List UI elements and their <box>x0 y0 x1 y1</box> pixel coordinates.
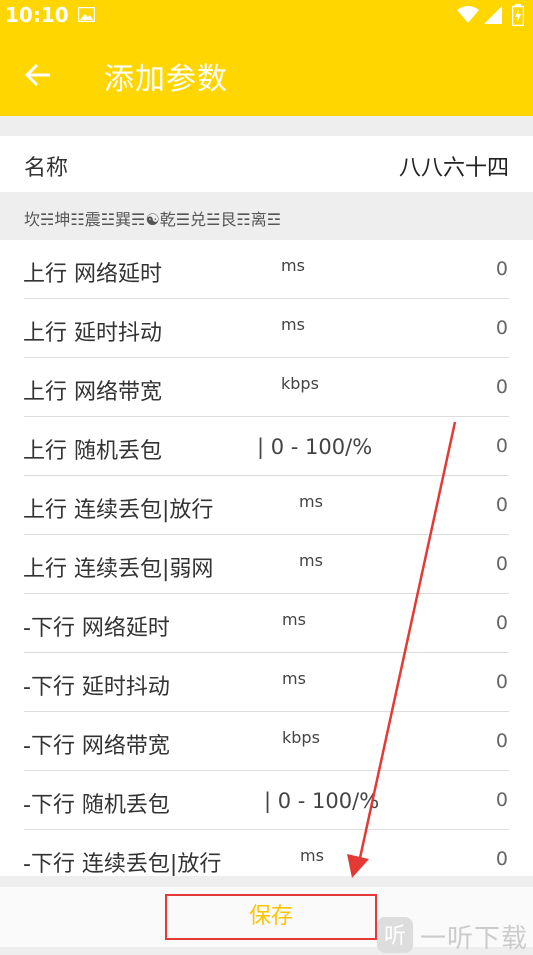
param-value[interactable]: 0 <box>496 494 508 516</box>
param-value[interactable]: 0 <box>496 376 508 398</box>
param-row-downlink-burst-loss-pass[interactable]: -下行 连续丢包|放行 ms 0 <box>0 830 533 876</box>
param-unit: | 0 - 100/% <box>257 435 373 459</box>
param-value[interactable]: 0 <box>496 671 508 693</box>
watermark-text: 一听下载 <box>420 924 529 954</box>
param-value[interactable]: 0 <box>496 730 508 752</box>
param-label: -下行 网络延时 <box>23 616 170 641</box>
param-label: 上行 延时抖动 <box>23 321 162 346</box>
param-unit: | 0 - 100/% <box>264 789 380 813</box>
param-row-downlink-jitter[interactable]: -下行 延时抖动 ms 0 <box>0 653 533 712</box>
gallery-icon <box>78 7 95 22</box>
status-time: 10:10 <box>5 3 69 27</box>
param-label: 上行 网络带宽 <box>23 380 162 405</box>
param-unit: ms <box>282 669 306 688</box>
param-label: 上行 连续丢包|放行 <box>23 498 214 523</box>
param-value[interactable]: 0 <box>496 612 508 634</box>
param-label: 上行 随机丢包 <box>23 439 162 464</box>
page-title: 添加参数 <box>104 62 228 97</box>
param-value[interactable]: 0 <box>496 789 508 811</box>
param-row-downlink-latency[interactable]: -下行 网络延时 ms 0 <box>0 594 533 653</box>
wifi-icon <box>457 6 479 23</box>
param-label: 上行 网络延时 <box>23 262 162 287</box>
watermark-logo-icon: 听 <box>377 917 413 953</box>
app-toolbar: 添加参数 <box>0 32 533 116</box>
trigram-header-text: 坎☵坤☷震☳巽☴☯乾☰兑☱艮☶离☲ <box>24 210 282 229</box>
param-unit: kbps <box>282 728 320 747</box>
param-row-uplink-latency[interactable]: 上行 网络延时 ms 0 <box>0 240 533 299</box>
param-row-downlink-bandwidth[interactable]: -下行 网络带宽 kbps 0 <box>0 712 533 771</box>
name-row[interactable]: 名称 八八六十四 <box>0 136 533 192</box>
param-unit: ms <box>299 551 323 570</box>
param-row-uplink-bandwidth[interactable]: 上行 网络带宽 kbps 0 <box>0 358 533 417</box>
status-bar: 10:10 <box>0 0 533 32</box>
param-value[interactable]: 0 <box>496 317 508 339</box>
param-label: -下行 连续丢包|放行 <box>23 852 222 876</box>
param-row-uplink-random-loss[interactable]: 上行 随机丢包 | 0 - 100/% 0 <box>0 417 533 476</box>
battery-charging-icon <box>512 4 524 26</box>
svg-text:听: 听 <box>384 924 406 949</box>
name-label: 名称 <box>24 156 69 181</box>
param-row-downlink-random-loss[interactable]: -下行 随机丢包 | 0 - 100/% 0 <box>0 771 533 830</box>
param-unit: kbps <box>281 374 319 393</box>
save-button[interactable]: 保存 <box>165 894 377 940</box>
name-value[interactable]: 八八六十四 <box>399 150 509 182</box>
watermark: 听 一听下载 <box>376 914 533 955</box>
signal-icon <box>484 6 502 24</box>
param-label: -下行 网络带宽 <box>23 734 170 759</box>
param-unit: ms <box>299 492 323 511</box>
param-value[interactable]: 0 <box>496 553 508 575</box>
param-row-uplink-burst-loss-pass[interactable]: 上行 连续丢包|放行 ms 0 <box>0 476 533 535</box>
param-label: -下行 延时抖动 <box>23 675 170 700</box>
param-unit: ms <box>281 256 305 275</box>
param-row-uplink-burst-loss-weak[interactable]: 上行 连续丢包|弱网 ms 0 <box>0 535 533 594</box>
param-unit: ms <box>300 846 324 865</box>
param-label: -下行 随机丢包 <box>23 793 170 818</box>
param-list[interactable]: 上行 网络延时 ms 0 上行 延时抖动 ms 0 上行 网络带宽 kbps 0… <box>0 240 533 876</box>
section-header: 坎☵坤☷震☳巽☴☯乾☰兑☱艮☶离☲ <box>0 192 533 240</box>
param-value[interactable]: 0 <box>496 258 508 280</box>
param-unit: ms <box>281 315 305 334</box>
param-row-uplink-jitter[interactable]: 上行 延时抖动 ms 0 <box>0 299 533 358</box>
param-unit: ms <box>282 610 306 629</box>
param-label: 上行 连续丢包|弱网 <box>23 557 214 582</box>
param-value[interactable]: 0 <box>496 435 508 457</box>
param-value[interactable]: 0 <box>496 848 508 870</box>
back-arrow-icon[interactable] <box>24 62 52 88</box>
